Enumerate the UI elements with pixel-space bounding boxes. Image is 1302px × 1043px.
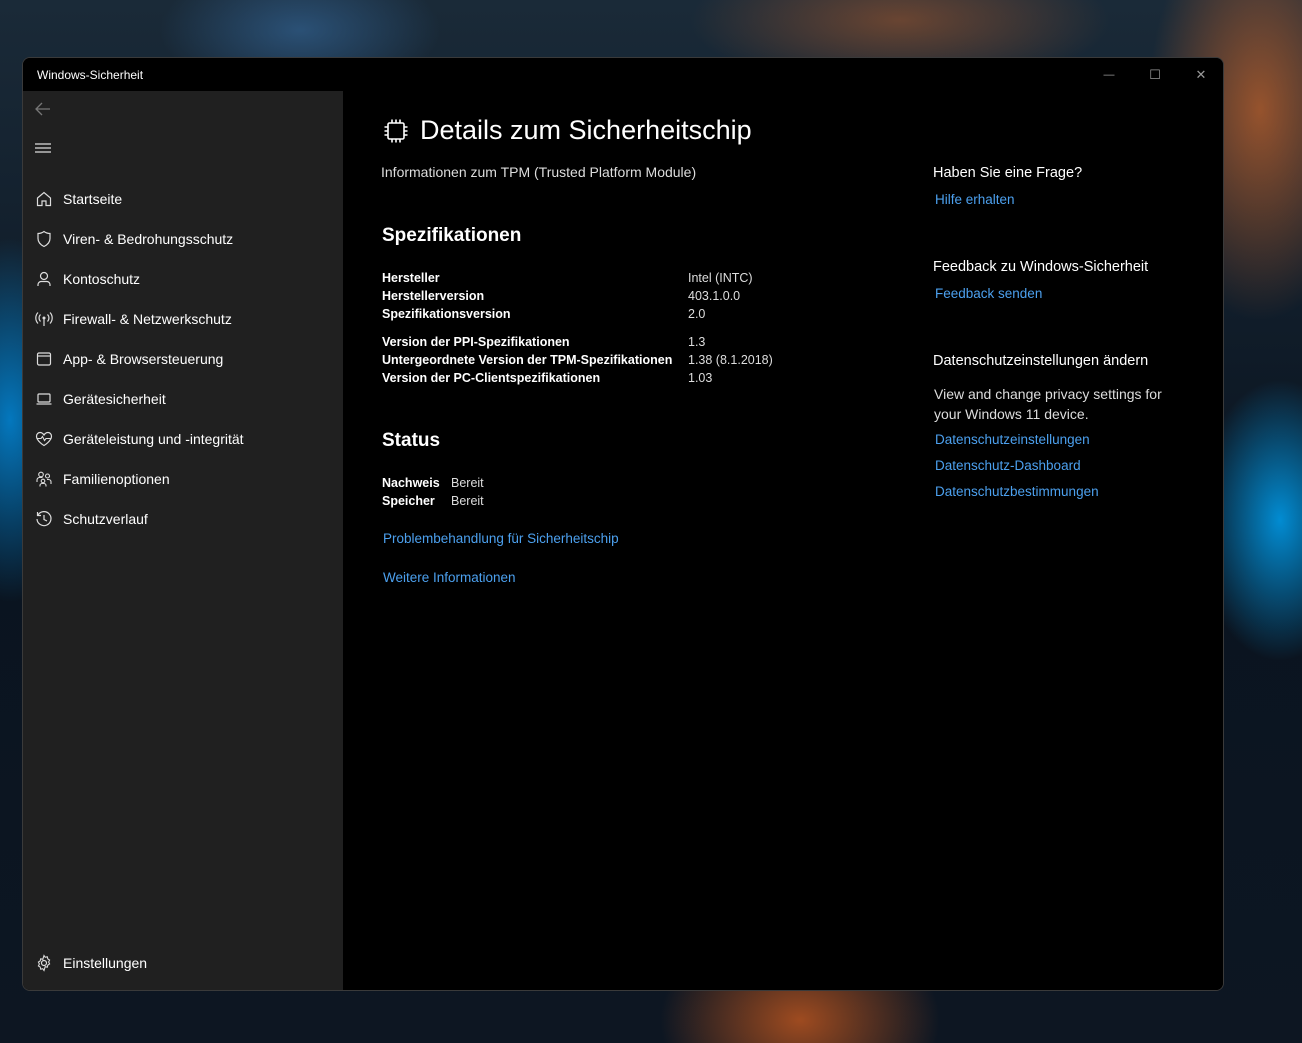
sidebar-item-startseite[interactable]: Startseite xyxy=(23,181,343,217)
family-icon xyxy=(35,470,53,488)
history-icon xyxy=(35,510,53,528)
antenna-icon xyxy=(35,310,53,328)
maximize-button[interactable]: ☐ xyxy=(1132,58,1178,91)
privacy-heading: Datenschutzeinstellungen ändern xyxy=(933,353,1149,369)
sidebar-item-firewall[interactable]: Firewall- & Netzwerkschutz xyxy=(23,301,343,337)
page-subtitle: Informationen zum TPM (Trusted Platform … xyxy=(381,164,697,180)
main-content: Details zum Sicherheitschip Informatione… xyxy=(343,91,1223,990)
sidebar-item-kontoschutz[interactable]: Kontoschutz xyxy=(23,261,343,297)
heart-pulse-icon xyxy=(35,430,53,448)
sidebar-item-label: App- & Browsersteuerung xyxy=(63,351,224,367)
status-heading: Status xyxy=(382,430,441,451)
spec-value: 1.3 xyxy=(688,335,706,349)
sidebar-item-label: Familienoptionen xyxy=(63,471,170,487)
sidebar-item-geraeteleistung[interactable]: Geräteleistung und -integrität xyxy=(23,421,343,457)
status-value: Bereit xyxy=(451,494,484,508)
privacy-statement-link[interactable]: Datenschutzbestimmungen xyxy=(935,484,1099,499)
specs-heading: Spezifikationen xyxy=(382,225,522,246)
title-bar: Windows-Sicherheit — ☐ ✕ xyxy=(23,58,1223,91)
sidebar-item-virenschutz[interactable]: Viren- & Bedrohungsschutz xyxy=(23,221,343,257)
hamburger-menu-icon xyxy=(35,143,51,153)
chip-icon xyxy=(384,119,408,143)
page-title: Details zum Sicherheitschip xyxy=(420,115,752,145)
close-button[interactable]: ✕ xyxy=(1178,58,1223,91)
sidebar-item-geraetesicherheit[interactable]: Gerätesicherheit xyxy=(23,381,343,417)
person-icon xyxy=(35,270,53,288)
sidebar: Startseite Viren- & Bedrohungsschutz Kon… xyxy=(23,91,343,990)
privacy-dashboard-link[interactable]: Datenschutz-Dashboard xyxy=(935,458,1081,473)
minimize-button[interactable]: — xyxy=(1086,58,1132,91)
back-button[interactable] xyxy=(31,97,55,121)
more-info-link[interactable]: Weitere Informationen xyxy=(383,570,516,585)
laptop-icon xyxy=(35,390,53,408)
back-arrow-icon xyxy=(35,102,50,116)
spec-value: 1.03 xyxy=(688,371,713,385)
troubleshoot-link[interactable]: Problembehandlung für Sicherheitschip xyxy=(383,531,619,546)
sidebar-item-label: Einstellungen xyxy=(63,955,148,971)
spec-label: Hersteller xyxy=(382,271,440,285)
sidebar-item-label: Kontoschutz xyxy=(63,271,141,287)
feedback-link[interactable]: Feedback senden xyxy=(935,286,1042,301)
gear-icon xyxy=(35,954,53,972)
spec-label: Untergeordnete Version der TPM-Spezifika… xyxy=(382,353,673,367)
minimize-icon: — xyxy=(1103,68,1115,81)
sidebar-item-einstellungen[interactable]: Einstellungen xyxy=(23,945,343,981)
sidebar-item-label: Firewall- & Netzwerkschutz xyxy=(63,311,232,327)
feedback-heading: Feedback zu Windows-Sicherheit xyxy=(933,259,1149,275)
sidebar-item-label: Gerätesicherheit xyxy=(63,391,166,407)
app-window-icon xyxy=(35,350,53,368)
sidebar-item-app-browser[interactable]: App- & Browsersteuerung xyxy=(23,341,343,377)
sidebar-item-familienoptionen[interactable]: Familienoptionen xyxy=(23,461,343,497)
question-heading: Haben Sie eine Frage? xyxy=(933,165,1083,181)
window-title: Windows-Sicherheit xyxy=(37,68,144,82)
spec-value: 403.1.0.0 xyxy=(688,289,741,303)
spec-value: Intel (INTC) xyxy=(688,271,753,285)
close-icon: ✕ xyxy=(1195,66,1207,82)
spec-label: Herstellerversion xyxy=(382,289,485,303)
maximize-icon: ☐ xyxy=(1149,66,1161,82)
privacy-text: View and change privacy settings for you… xyxy=(934,386,1162,422)
spec-value: 1.38 (8.1.2018) xyxy=(688,353,773,367)
sidebar-item-label: Viren- & Bedrohungsschutz xyxy=(63,231,234,247)
privacy-settings-link[interactable]: Datenschutzeinstellungen xyxy=(935,432,1090,447)
hamburger-menu-button[interactable] xyxy=(33,138,53,158)
help-link[interactable]: Hilfe erhalten xyxy=(935,192,1015,207)
shield-icon xyxy=(35,230,53,248)
spec-label: Version der PC-Clientspezifikationen xyxy=(382,371,601,385)
spec-label: Version der PPI-Spezifikationen xyxy=(382,335,570,349)
status-value: Bereit xyxy=(451,476,484,490)
home-icon xyxy=(35,190,53,208)
status-label: Nachweis xyxy=(382,476,440,490)
status-label: Speicher xyxy=(382,494,435,508)
sidebar-item-label: Schutzverlauf xyxy=(63,511,148,527)
windows-security-window: Windows-Sicherheit — ☐ ✕ Startseite Vire… xyxy=(22,57,1224,991)
spec-label: Spezifikationsversion xyxy=(382,307,511,321)
spec-value: 2.0 xyxy=(688,307,706,321)
sidebar-item-schutzverlauf[interactable]: Schutzverlauf xyxy=(23,501,343,537)
sidebar-item-label: Geräteleistung und -integrität xyxy=(63,431,244,447)
sidebar-item-label: Startseite xyxy=(63,191,123,207)
